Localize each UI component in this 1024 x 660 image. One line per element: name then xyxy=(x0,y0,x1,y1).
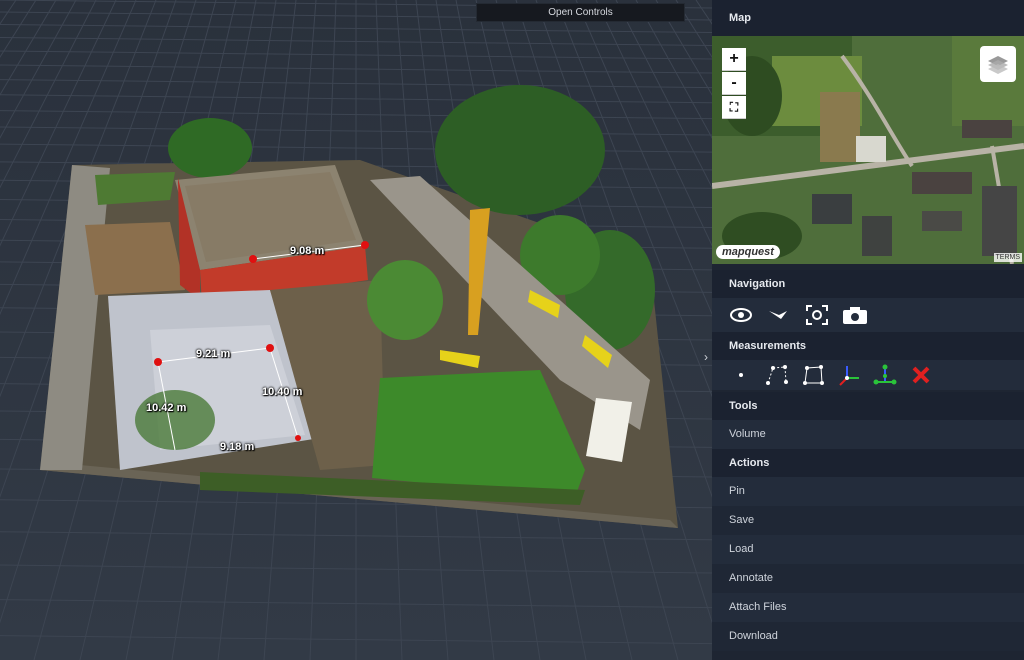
fullscreen-icon[interactable]: ⛶ xyxy=(722,96,746,119)
measurement-label: 9.18 m xyxy=(220,441,255,453)
height-measure-icon[interactable] xyxy=(872,362,898,388)
remove-measurements-icon[interactable] xyxy=(908,362,934,388)
measurement-label: 10.40 m xyxy=(262,386,303,398)
measure-marker[interactable] xyxy=(249,255,257,263)
focus-extent-icon[interactable] xyxy=(804,302,830,328)
screenshot-camera-icon[interactable] xyxy=(842,302,868,328)
measure-marker[interactable] xyxy=(295,435,301,441)
zoom-in-button[interactable]: + xyxy=(722,48,746,71)
tools-section-title: Tools xyxy=(712,392,1024,420)
measurement-label: 10.42 m xyxy=(146,402,187,414)
measurements-section-title: Measurements xyxy=(712,332,1024,360)
tool-item-volume[interactable]: Volume xyxy=(712,420,1024,449)
sidebar-toggle-chevron-icon[interactable]: › xyxy=(700,350,712,366)
action-item-save[interactable]: Save xyxy=(712,506,1024,535)
action-item-load[interactable]: Load xyxy=(712,535,1024,564)
action-item-download[interactable]: Download xyxy=(712,622,1024,651)
area-measure-icon[interactable] xyxy=(800,362,826,388)
layers-icon[interactable] xyxy=(980,46,1016,82)
mapquest-logo: mapquest xyxy=(716,245,780,259)
measure-marker[interactable] xyxy=(266,344,274,352)
point-cloud-model[interactable] xyxy=(0,0,712,660)
point-cloud-viewport[interactable]: 9.08 m 9.21 m 10.40 m 10.42 m 9.18 m Ope… xyxy=(0,0,712,660)
measurement-label: 9.21 m xyxy=(196,348,231,360)
sidebar-panel: Map + - ⛶ mapquest TERMS Navigation Meas… xyxy=(712,0,1024,660)
fly-control-icon[interactable] xyxy=(766,302,792,328)
navigation-section-title: Navigation xyxy=(712,270,1024,298)
open-controls-button[interactable]: Open Controls xyxy=(476,3,685,22)
action-item-annotate[interactable]: Annotate xyxy=(712,564,1024,593)
navigation-toolbar xyxy=(712,298,1024,332)
measure-marker[interactable] xyxy=(361,241,369,249)
measurements-toolbar xyxy=(712,360,1024,390)
map-section-title: Map xyxy=(712,0,1024,36)
action-item-pin[interactable]: Pin xyxy=(712,477,1024,506)
terms-link[interactable]: TERMS xyxy=(993,253,1022,262)
satellite-map-image xyxy=(712,36,1024,264)
measurement-label: 9.08 m xyxy=(290,245,325,257)
minimap[interactable]: + - ⛶ mapquest TERMS xyxy=(712,36,1024,264)
point-measure-icon[interactable] xyxy=(728,362,754,388)
action-item-attach-files[interactable]: Attach Files xyxy=(712,593,1024,622)
zoom-out-button[interactable]: - xyxy=(722,72,746,95)
orbit-control-icon[interactable] xyxy=(728,302,754,328)
actions-section-title: Actions xyxy=(712,449,1024,477)
distance-measure-icon[interactable] xyxy=(764,362,790,388)
angle-measure-icon[interactable] xyxy=(836,362,862,388)
measure-marker[interactable] xyxy=(154,358,162,366)
